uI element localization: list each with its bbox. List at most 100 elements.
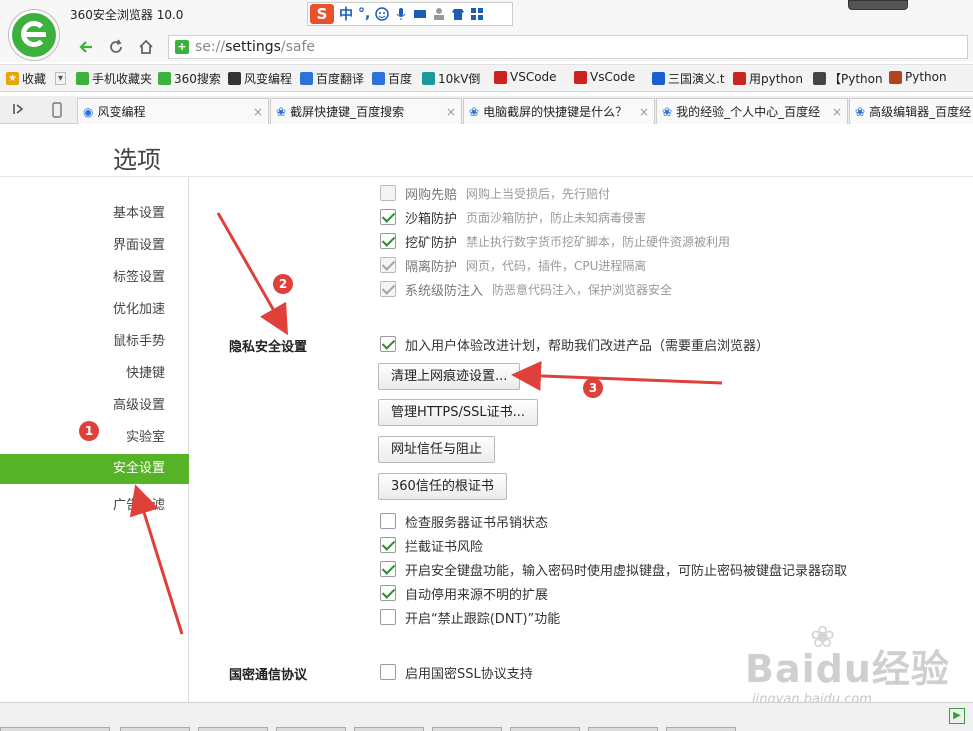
bookmark-favicon-icon [494,70,507,84]
protection-checkbox[interactable] [380,209,396,225]
protection-option: 网购先赔 网购上当受损后，先行赔付 [380,184,610,203]
sidebar-item[interactable]: 鼠标手势 [0,327,189,357]
improve-plan-option[interactable]: 加入用户体验改进计划，帮助我们改进产品（需要重启浏览器） [380,335,769,354]
window-title: 360安全浏览器 10.0 [70,8,184,22]
browser-logo-icon [9,10,59,60]
bookmarks-bar: ★ 收藏 ▾ 手机收藏夹 360搜索 风变编程 百度翻译 百度 10kV倒 VSCode VsCod… [0,64,973,92]
sidebar-item-label: 快捷键 [125,366,165,381]
bookmark-item[interactable]: 360搜索 [158,70,221,87]
home-icon[interactable] [136,38,156,56]
protection-desc: 防恶意代码注入，保护浏览器安全 [492,282,673,297]
guomi-ssl-label: 启用国密SSL协议支持 [405,666,533,682]
bookmark-dropdown-icon[interactable]: ▾ [55,72,67,85]
manage-certificates-button[interactable]: 管理HTTPS/SSL证书... [378,399,539,426]
protection-option: 隔离防护 网页，代码，插件，CPU进程隔离 [380,256,646,275]
privacy-option-label: 拦截证书风险 [405,539,484,555]
page-title: 选项 [113,146,161,174]
bookmark-favicon-icon [228,72,241,85]
improve-plan-checkbox[interactable] [380,336,396,352]
privacy-option-label: 自动停用来源不明的扩展 [405,587,549,603]
skin-icon[interactable] [451,7,465,21]
browser-tab[interactable]: ❀ 电脑截屏的快捷键是什么？ × [463,98,655,124]
sidebar-item[interactable]: 优化加速 [0,295,189,325]
grid-icon[interactable] [470,7,484,21]
privacy-checkbox[interactable] [380,561,396,577]
bookmark-item[interactable]: VSCode [494,70,557,84]
bookmark-item[interactable]: Python [889,70,947,84]
root-certificate-button[interactable]: 360信任的根证书 [378,473,507,500]
sidebar-item-label: 鼠标手势 [112,334,165,349]
bookmark-item[interactable]: ★ 收藏 ▾ [6,70,67,87]
user-icon[interactable] [432,7,446,21]
status-bar: ▶ [0,702,973,731]
sogou-logo-icon[interactable]: S [310,4,334,24]
protection-checkbox[interactable] [380,233,396,249]
bookmark-item[interactable]: 【Python [813,70,883,87]
title-bar: 360安全浏览器 10.0 S 中 °, [0,0,973,32]
url-text[interactable]: se://settings/safe [195,39,315,55]
microphone-icon[interactable] [394,7,408,21]
privacy-option[interactable]: 拦截证书风险 [380,536,484,555]
refresh-icon[interactable] [106,38,126,56]
bookmark-item[interactable]: 10kV倒 [422,70,480,87]
bookmark-item[interactable]: 风变编程 [228,70,292,87]
bookmark-favicon-icon [733,72,746,85]
sidebar-item[interactable]: 广告过滤 [0,491,189,521]
ime-mode[interactable]: 中 [339,4,353,24]
bookmark-item[interactable]: 用python [733,70,803,87]
keyboard-icon[interactable] [413,7,427,21]
sidebar-item[interactable]: 安全设置 [0,454,189,484]
privacy-option[interactable]: 开启安全键盘功能，输入密码时使用虚拟键盘，可防止密码被键盘记录器窃取 [380,560,847,579]
browser-tab[interactable]: ◉ 风变编程 × [77,98,269,124]
status-expand-icon[interactable]: ▶ [949,708,965,724]
star-icon: ★ [6,72,19,85]
tab-close-icon[interactable]: × [444,105,458,119]
sidebar-toggle-icon[interactable] [12,102,26,120]
bookmark-label: 用python [749,72,803,86]
bookmark-item[interactable]: 三国演义.t [652,70,725,87]
bookmark-label: 百度 [388,72,413,86]
browser-tab[interactable]: ❀ 截屏快捷键_百度搜索 × [270,98,462,124]
browser-tab[interactable]: ❀高级编辑器_百度经× [849,98,973,124]
bookmark-item[interactable]: 手机收藏夹 [76,70,152,87]
sidebar-item[interactable]: 基本设置 [0,199,189,229]
arrow-to-clear-button [511,360,723,391]
privacy-option[interactable]: 自动停用来源不明的扩展 [380,584,549,603]
privacy-option[interactable]: 开启“禁止跟踪(DNT)”功能 [380,608,560,627]
sidebar-item[interactable]: 高级设置 [0,391,189,421]
back-icon[interactable] [76,38,96,56]
bookmark-label: 手机收藏夹 [92,72,153,86]
bookmark-label: 三国演义.t [668,72,725,86]
tab-close-icon[interactable]: × [830,105,844,119]
bookmark-item[interactable]: 百度 [372,70,412,87]
sidebar-item[interactable]: 界面设置 [0,231,189,261]
url-trust-block-button[interactable]: 网址信任与阻止 [378,436,496,463]
protection-option[interactable]: 挖矿防护 禁止执行数字货币挖矿脚本，防止硬件资源被利用 [380,232,730,251]
protection-option[interactable]: 沙箱防护 页面沙箱防护，防止未知病毒侵害 [380,208,646,227]
mobile-icon[interactable] [50,102,64,122]
sidebar-item[interactable]: 快捷键 [0,359,189,389]
guomi-ssl-checkbox[interactable] [380,664,396,680]
guomi-ssl-option[interactable]: 启用国密SSL协议支持 [380,663,533,682]
privacy-checkbox[interactable] [380,609,396,625]
tab-close-icon[interactable]: × [637,105,651,119]
browser-tab[interactable]: ❀ 我的经验_个人中心_百度经 × [656,98,848,124]
annotation-badge-2: 2 [273,274,293,294]
privacy-checkbox[interactable] [380,537,396,553]
baidu-paw-icon: ❀ [855,104,866,119]
bookmark-favicon-icon [652,72,665,85]
settings-sidebar: 基本设置 界面设置 标签设置 优化加速 鼠标手势 快捷键 高级设置 实验室 安全设置 广告过滤 [0,177,189,702]
privacy-checkbox[interactable] [380,513,396,529]
ime-punct[interactable]: °, [358,6,370,22]
bookmark-item[interactable]: 百度翻译 [300,70,364,87]
bookmark-item[interactable]: VsCode [574,70,635,84]
tab-close-icon[interactable]: × [251,105,265,119]
clear-history-button[interactable]: 清理上网痕迹设置... [378,363,521,390]
emoji-icon[interactable] [375,7,390,21]
privacy-checkbox[interactable] [380,585,396,601]
ime-toolbar[interactable]: S 中 °, [307,2,513,26]
window-controls[interactable] [848,0,908,10]
privacy-option[interactable]: 检查服务器证书吊销状态 [380,512,548,531]
address-bar[interactable]: + se://settings/safe [168,35,968,59]
sidebar-item[interactable]: 标签设置 [0,263,189,293]
